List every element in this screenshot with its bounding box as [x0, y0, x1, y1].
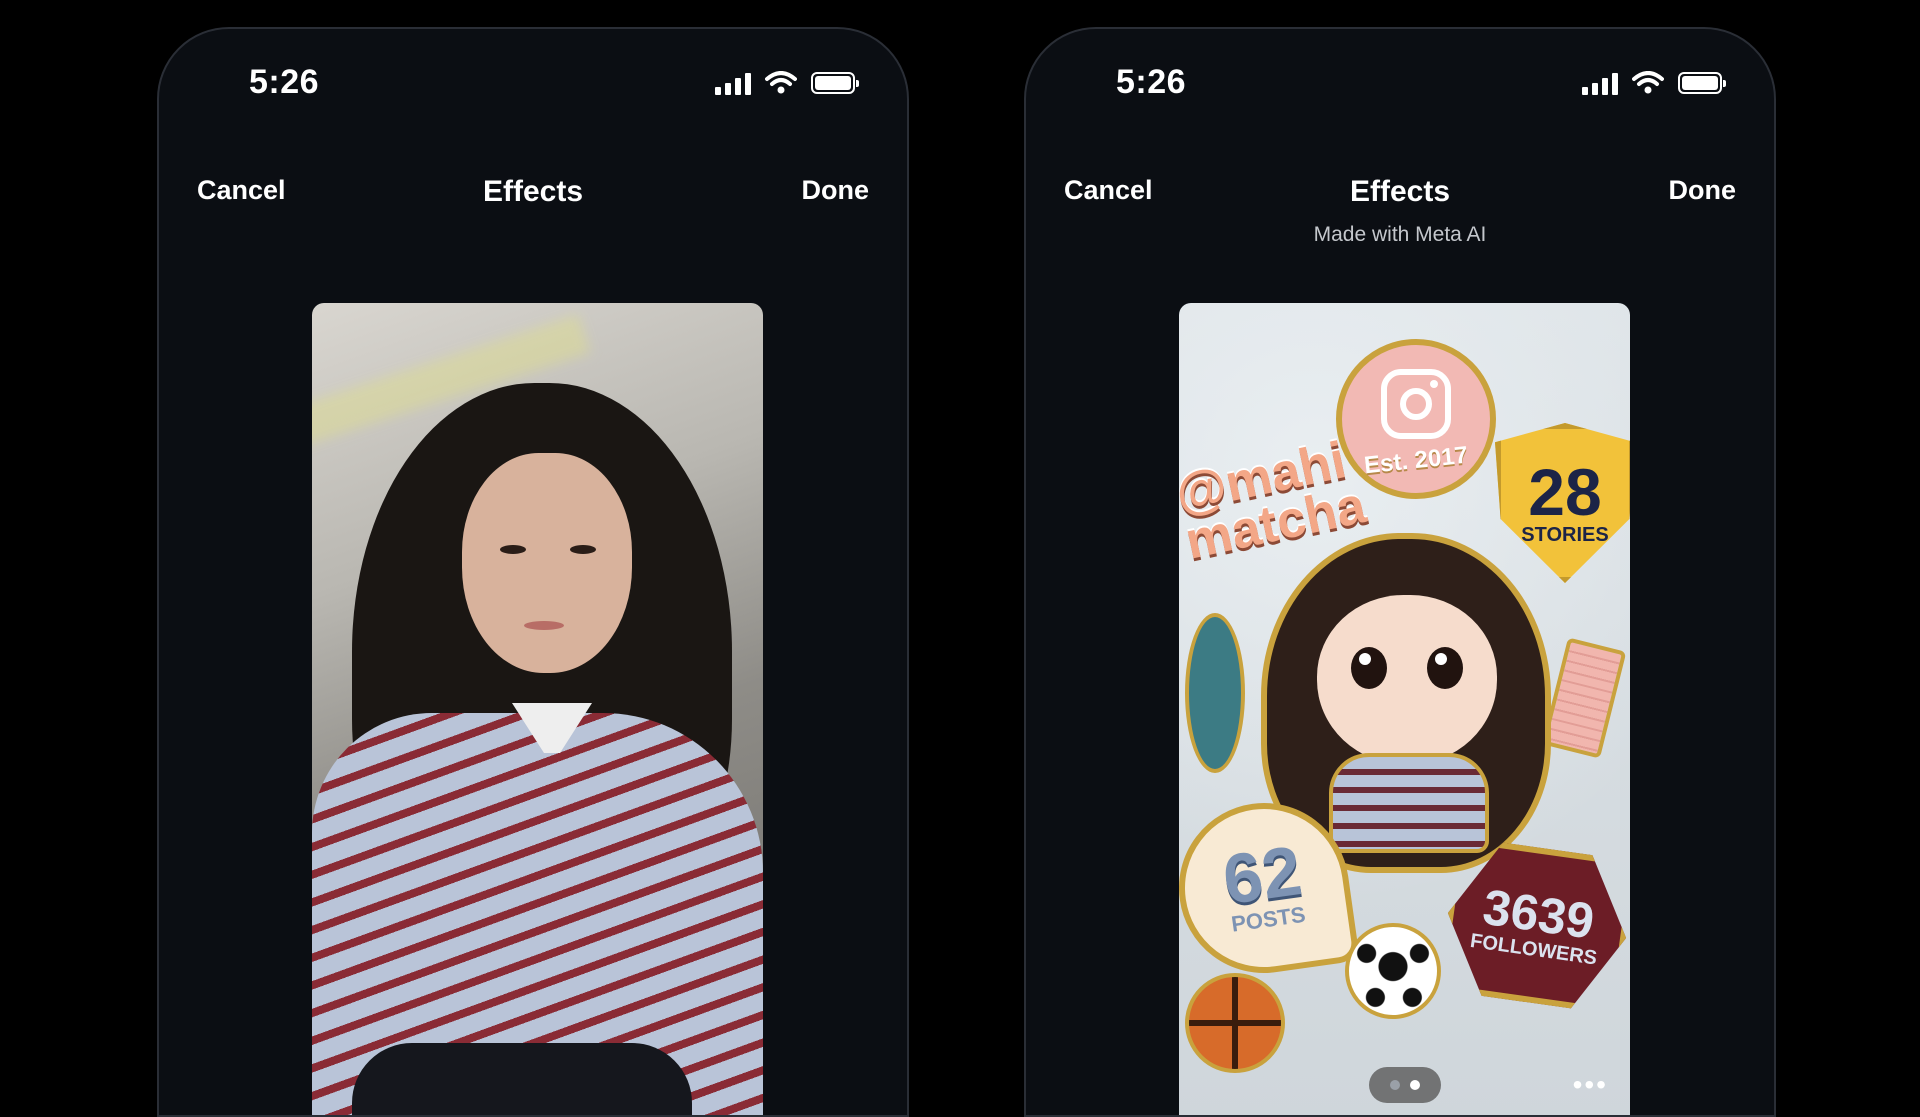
done-button[interactable]: Done	[1669, 175, 1737, 206]
effect-image-preview: Est. 2017 @mahi matcha 28 STORIES 62 POS…	[1179, 303, 1630, 1115]
phone-screen-original: 5:26 Cancel Effects Done	[157, 27, 909, 1117]
page-title: Effects	[1349, 175, 1451, 208]
status-icons	[715, 71, 859, 95]
posts-count: 62	[1218, 831, 1307, 920]
chibi-face	[1317, 595, 1497, 765]
soccer-ball-pin-icon	[1345, 923, 1441, 1019]
wifi-icon	[1632, 71, 1664, 94]
thread-spool-pin-icon	[1541, 637, 1627, 759]
surfboard-pin-icon	[1185, 613, 1245, 773]
status-time: 5:26	[1116, 63, 1187, 101]
battery-icon	[1678, 72, 1726, 94]
page-dot-2[interactable]	[1410, 1080, 1420, 1090]
stories-pin: 28 STORIES	[1495, 423, 1630, 583]
status-time: 5:26	[249, 63, 320, 101]
page-title: Effects	[482, 175, 584, 208]
page-indicator[interactable]	[1369, 1067, 1441, 1103]
wifi-icon	[765, 71, 797, 94]
done-button[interactable]: Done	[802, 175, 870, 206]
ellipsis-icon[interactable]: •••	[1573, 1069, 1608, 1101]
stories-count: 28	[1528, 454, 1602, 529]
chibi-shirt	[1329, 753, 1489, 853]
battery-icon	[811, 72, 859, 94]
stories-label: STORIES	[1521, 523, 1609, 546]
person-face	[462, 453, 632, 673]
basketball-pin-icon	[1185, 973, 1285, 1073]
page-dot-1[interactable]	[1390, 1080, 1400, 1090]
status-icons	[1582, 71, 1726, 95]
jeans	[352, 1043, 692, 1115]
page-subtitle: Made with Meta AI	[1313, 223, 1487, 246]
cellular-signal-icon	[715, 71, 751, 95]
phone-screen-effect: 5:26 Cancel Effects Made with Meta AI Do…	[1024, 27, 1776, 1117]
original-photo-preview	[312, 303, 763, 1115]
cellular-signal-icon	[1582, 71, 1618, 95]
